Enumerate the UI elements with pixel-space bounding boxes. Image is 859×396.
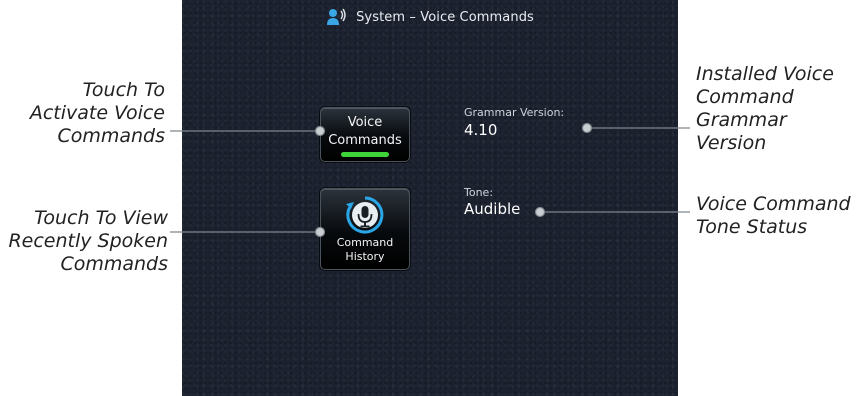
callout-line: Commands [57, 125, 165, 147]
callout-line: Touch To View [34, 207, 168, 229]
callout-line: Activate Voice [29, 102, 165, 124]
command-history-label-line1: Command [336, 236, 394, 249]
grammar-version-label: Grammar Version: [464, 106, 565, 119]
callout-line: Tone Status [696, 216, 808, 238]
voice-commands-label-line1: Voice [347, 115, 383, 130]
voice-person-icon [327, 8, 346, 25]
callout-line: Grammar [696, 109, 787, 131]
callout-line: Touch To [82, 79, 165, 101]
callout-view-history: Touch To View Recently Spoken Commands [0, 207, 168, 276]
tone-value: Audible [464, 200, 521, 218]
callout-line: Command [696, 86, 794, 108]
callout-line: Voice Command [696, 193, 851, 215]
callout-line: Installed Voice [696, 63, 834, 85]
voice-commands-label-line2: Commands [328, 133, 402, 148]
callout-tone-status: Voice Command Tone Status [696, 193, 856, 239]
voice-commands-button[interactable]: Voice Commands [320, 107, 410, 162]
active-indicator-bar [341, 152, 389, 157]
callout-activate-voice-commands: Touch To Activate Voice Commands [0, 79, 165, 148]
device-screen: System – Voice Commands Voice Commands C… [182, 0, 678, 396]
command-history-button[interactable]: Command History [320, 188, 410, 270]
microphone-history-icon [346, 196, 384, 234]
command-history-label-line2: History [345, 250, 385, 263]
tone-label: Tone: [464, 186, 494, 199]
callout-line: Recently Spoken [8, 230, 168, 252]
callout-grammar-version: Installed Voice Command Grammar Version [696, 63, 856, 155]
callout-line: Commands [60, 253, 168, 275]
grammar-version-value: 4.10 [464, 121, 498, 139]
page-title: System – Voice Commands [356, 9, 534, 25]
title-bar: System – Voice Commands [182, 0, 678, 34]
callout-line: Version [696, 132, 767, 154]
